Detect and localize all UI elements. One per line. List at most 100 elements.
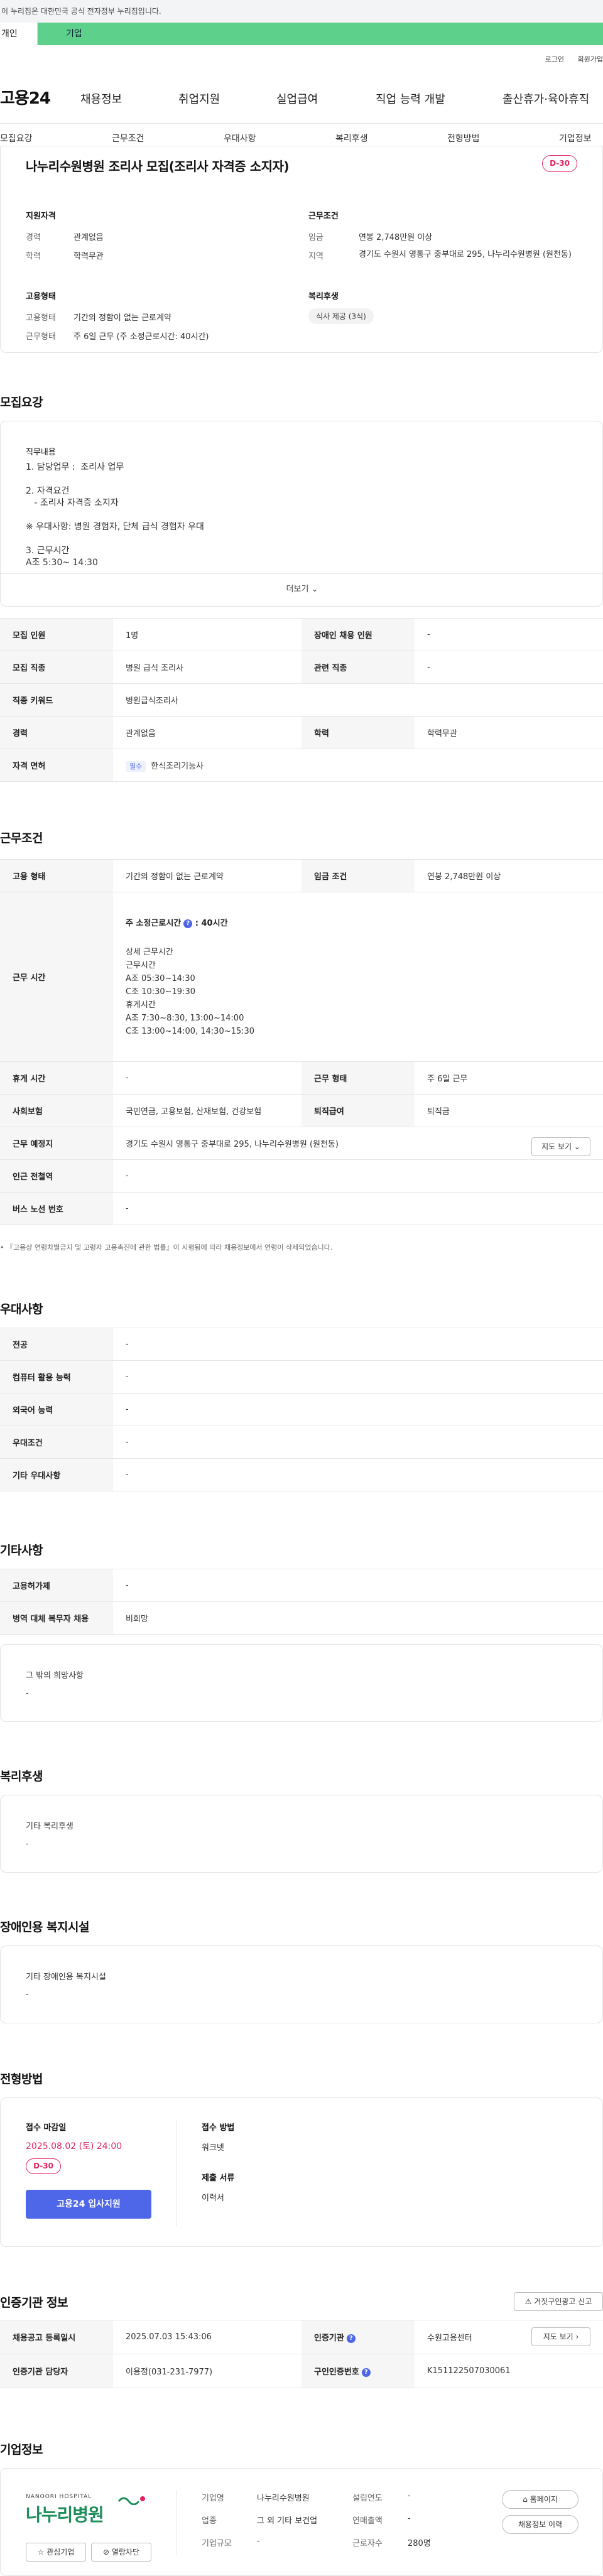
anchor-company[interactable]: 기업정보	[559, 132, 592, 144]
break-value: -	[113, 1061, 302, 1095]
gnb-menu-parental-leave[interactable]: 출산휴가·육아휴직	[503, 90, 589, 107]
hours-detail: 근무시간 A조 05:30~14:30 C조 10:30~19:30 휴게시간 …	[126, 960, 255, 1036]
anchor-work[interactable]: 근무조건	[112, 132, 144, 144]
location-label: 지역	[308, 252, 323, 261]
reg-date-label: 채용공고 등록일시	[0, 2320, 113, 2354]
place-value: 경기도 수원시 영통구 중부대로 295, 나누리수원병원 (원천동)	[126, 1140, 339, 1149]
disability-card-title: 기타 장애인용 복지시설	[26, 1973, 106, 1982]
welfare-card: 기타 복리후생 -	[0, 1795, 603, 1873]
disability-card-value: -	[26, 1990, 29, 2000]
company-name-value: 나누리수원병원	[257, 2494, 310, 2503]
edu-label: 학력	[26, 252, 41, 261]
anchor-welfare[interactable]: 복리후생	[335, 132, 368, 144]
section-title-disability: 장애인용 복지시설	[0, 1920, 89, 1934]
welfare-heading: 복리후생	[308, 292, 339, 301]
dday-badge: D-30	[542, 155, 577, 172]
founded-value: -	[408, 2491, 411, 2501]
qualification-heading: 지원자격	[26, 212, 56, 221]
help-icon[interactable]: ?	[346, 2334, 356, 2343]
work-type-value: 기간의 정함이 없는 근로계약	[113, 859, 302, 892]
other-jobs-button[interactable]: 채용정보 이력	[502, 2515, 579, 2534]
place-label: 근무 예정지	[0, 1127, 113, 1160]
bus-label: 버스 노선 번호	[0, 1192, 113, 1225]
more-button[interactable]: 더보기 ⌄	[264, 582, 340, 594]
revenue-label: 연매출액	[352, 2516, 383, 2526]
warning-icon: ⚠	[524, 2297, 535, 2306]
form-value: 주 6일 근무	[415, 1061, 603, 1095]
help-icon[interactable]: ?	[361, 2368, 371, 2377]
disabled-value: -	[415, 618, 603, 651]
homepage-button[interactable]: ⌂ 홈페이지	[502, 2490, 579, 2509]
permit-value: -	[113, 1569, 603, 1602]
tab-enterprise[interactable]: 기업	[38, 23, 603, 45]
anchor-selection[interactable]: 전형방법	[447, 132, 480, 144]
map-view-label: 지도 보기	[541, 1142, 572, 1151]
reg-date-value: 2025.07.03 15:43:06	[113, 2320, 302, 2354]
site-logo[interactable]: 고용24	[0, 85, 51, 109]
anchor-preferred[interactable]: 우대사항	[224, 132, 256, 144]
method-value: 워크넷	[202, 2143, 224, 2153]
preferred-etc-value: -	[113, 1458, 603, 1491]
insurance-label: 사회보험	[0, 1094, 113, 1127]
help-icon[interactable]: ?	[183, 919, 193, 928]
table-row: 인근 전철역 -	[0, 1159, 603, 1193]
gnb-menu-employment-support[interactable]: 취업지원	[178, 90, 220, 107]
section-title-company: 기업정보	[0, 2443, 43, 2457]
gnb-menu-training[interactable]: 직업 능력 개발	[376, 90, 445, 107]
company-size-value: -	[257, 2536, 260, 2546]
star-icon: ☆	[37, 2548, 47, 2557]
career-value: 관계없음	[73, 233, 104, 242]
preferred-language-label: 외국어 능력	[0, 1393, 113, 1426]
login-link[interactable]: 로그인	[545, 55, 564, 63]
section-title-work: 근무조건	[0, 831, 43, 845]
section-title-preferred: 우대사항	[0, 1302, 43, 1316]
apply-button[interactable]: 고용24 입사지원	[26, 2190, 151, 2219]
duty-label: 직무내용	[26, 448, 56, 457]
required-badge: 필수	[126, 761, 146, 772]
notice-no-label: 구인인증번호	[314, 2368, 359, 2377]
section-title-agency: 인증기관 정보	[0, 2296, 68, 2310]
table-row: 휴게 시간 - 근무 형태 주 6일 근무	[0, 1061, 603, 1095]
table-row: 우대조건 -	[0, 1426, 603, 1459]
table-row: 직종 키워드 병원급식조리사	[0, 683, 603, 717]
gnb-menu-jobs[interactable]: 채용정보	[80, 90, 122, 107]
bus-value: -	[113, 1192, 603, 1225]
tab-personal[interactable]: 개인	[0, 23, 38, 45]
severance-value: 퇴직금	[415, 1094, 603, 1127]
industry-label: 업종	[202, 2516, 217, 2526]
related-label: 관련 직종	[302, 651, 415, 684]
notice-no-value: K151122507030061	[415, 2354, 603, 2388]
join-link[interactable]: 회원가입	[578, 55, 603, 63]
chevron-down-icon: ⌄	[572, 1142, 580, 1151]
related-value: -	[415, 651, 603, 684]
edu-table-value: 학력무관	[415, 716, 603, 749]
place-cell: 경기도 수원시 영통구 중부대로 295, 나누리수원병원 (원천동)	[113, 1127, 603, 1160]
interest-company-button[interactable]: ☆ 관심기업	[26, 2543, 86, 2562]
career-table-label: 경력	[0, 716, 113, 749]
agency-map-button[interactable]: 지도 보기 ›	[531, 2327, 590, 2346]
preferred-condition-label: 우대조건	[0, 1426, 113, 1459]
company-logo-main: 나누리병원	[26, 2504, 104, 2525]
agency-label: 인증기관	[314, 2334, 344, 2343]
license-value: 한식조리기능사	[151, 762, 204, 771]
employment-type-value: 기간의 정함이 없는 근로계약	[73, 313, 171, 323]
section-title-welfare: 복리후생	[0, 1770, 43, 1783]
section-title-recruit: 모집요강	[0, 396, 43, 409]
anchor-recruit[interactable]: 모집요강	[0, 132, 33, 144]
gnb-menu-unemployment[interactable]: 실업급여	[276, 90, 318, 107]
table-row: 기타 우대사항 -	[0, 1458, 603, 1491]
block-view-label: 열람차단	[111, 2548, 140, 2557]
preferred-computer-value: -	[113, 1360, 603, 1394]
table-row: 컴퓨터 활용 능력 -	[0, 1360, 603, 1394]
revenue-value: -	[408, 2514, 411, 2523]
block-icon: ⊘	[102, 2548, 112, 2557]
table-row: 모집 인원 1명 장애인 채용 인원 -	[0, 618, 603, 651]
manager-value: 이용정(031-231-7977)	[113, 2354, 302, 2388]
user-type-tabs: 개인 기업	[0, 23, 603, 45]
map-view-button[interactable]: 지도 보기 ⌄	[531, 1137, 590, 1156]
keyword-value: 병원급식조리사	[113, 683, 603, 717]
chevron-right-icon: ›	[573, 2332, 579, 2341]
job-value: 병원 급식 조리사	[113, 651, 302, 684]
block-view-button[interactable]: ⊘ 열람차단	[91, 2543, 151, 2562]
report-false-ad-button[interactable]: ⚠ 거짓구인광고 신고	[514, 2292, 603, 2311]
